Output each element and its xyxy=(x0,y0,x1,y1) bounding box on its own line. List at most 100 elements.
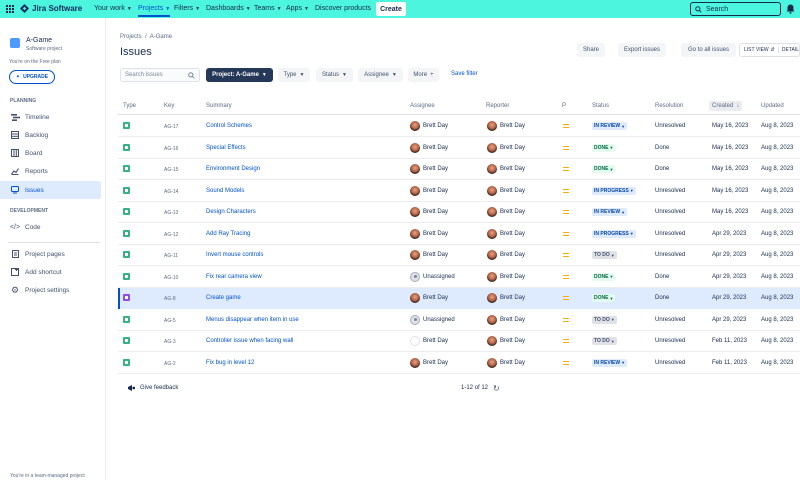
issue-summary[interactable]: Sound Models xyxy=(206,188,244,194)
issue-key[interactable]: AG-17 xyxy=(164,124,178,130)
assignee-name[interactable]: Brett Day xyxy=(423,360,448,366)
column-summary[interactable]: Summary xyxy=(206,103,232,109)
issue-key[interactable]: AG-8 xyxy=(164,296,176,302)
sidebar-item-project-pages[interactable]: Project pages xyxy=(0,245,101,263)
app-switcher-icon[interactable] xyxy=(6,5,14,13)
issue-summary[interactable]: Design Characters xyxy=(206,209,256,215)
nav-filters[interactable]: Filters ▼ xyxy=(174,5,200,12)
reporter-name[interactable]: Brett Day xyxy=(500,166,525,172)
reporter-name[interactable]: Brett Day xyxy=(500,295,525,301)
table-row[interactable]: AG-5 Menus disappear when item in use Unas… xyxy=(118,310,800,331)
status-badge[interactable]: IN REVIEW ▼ xyxy=(592,208,628,216)
status-badge[interactable]: IN REVIEW ▼ xyxy=(592,122,628,130)
issue-summary[interactable]: Menus disappear when item in use xyxy=(206,317,299,323)
issue-key[interactable]: AG-11 xyxy=(164,253,178,259)
project-name[interactable]: A-Game xyxy=(26,37,52,44)
column-status[interactable]: Status xyxy=(592,103,609,109)
status-badge[interactable]: TO DO ▼ xyxy=(592,337,617,345)
view-toggle[interactable]: LIST VIEW ⇵ DETAIL xyxy=(739,43,800,57)
table-row[interactable]: AG-17 Control Schemes Brett Day Brett Day IN… xyxy=(118,116,800,137)
nav-teams[interactable]: Teams ▼ xyxy=(254,5,282,12)
status-badge[interactable]: DONE ▼ xyxy=(592,294,616,302)
status-badge[interactable]: TO DO ▼ xyxy=(592,315,617,324)
export-issues-button[interactable]: Export issues xyxy=(618,43,666,57)
column-created[interactable]: Created ↓ xyxy=(709,101,743,111)
assignee-name[interactable]: Brett Day xyxy=(423,123,448,129)
status-badge[interactable]: IN PROGRESS ▼ xyxy=(592,186,636,195)
assignee-name[interactable]: Brett Day xyxy=(423,295,448,301)
assignee-name[interactable]: Unassigned xyxy=(423,274,455,280)
sidebar-item-code[interactable]: </> Code xyxy=(0,218,101,236)
status-badge[interactable]: DONE ▼ xyxy=(592,272,616,281)
create-button[interactable]: Create xyxy=(376,2,406,16)
table-row[interactable]: AG-8 Create game Brett Day Brett Day DONE ▼ Do… xyxy=(118,288,800,309)
sidebar-item-backlog[interactable]: Backlog xyxy=(0,126,101,144)
table-row[interactable]: AG-15 Environment Design Brett Day Brett Da… xyxy=(118,159,800,180)
assignee-name[interactable]: Brett Day xyxy=(423,209,448,215)
table-row[interactable]: AG-2 Fix bug in level 12 Brett Day Brett Da… xyxy=(118,353,800,374)
nav-projects[interactable]: Projects ▼ xyxy=(138,5,171,17)
reporter-name[interactable]: Brett Day xyxy=(500,209,525,215)
nav-dashboards[interactable]: Dashboards ▼ xyxy=(206,5,251,12)
issue-summary[interactable]: Add Ray Tracing xyxy=(206,231,250,237)
issue-key[interactable]: AG-12 xyxy=(164,232,178,238)
table-row[interactable]: AG-14 Sound Models Brett Day Brett Day IN PR… xyxy=(118,181,800,202)
table-row[interactable]: AG-11 Invert mouse controls Brett Day Brett… xyxy=(118,245,800,266)
nav-your-work[interactable]: Your work ▼ xyxy=(94,5,132,12)
table-row[interactable]: AG-10 Fix rear camera view Unassigned Brett… xyxy=(118,267,800,288)
issue-key[interactable]: AG-2 xyxy=(164,361,176,367)
list-view-option[interactable]: LIST VIEW xyxy=(744,47,769,53)
breadcrumb-project[interactable]: A-Game xyxy=(150,34,172,40)
reporter-name[interactable]: Brett Day xyxy=(500,231,525,237)
column-type[interactable]: Type xyxy=(123,103,136,109)
reporter-name[interactable]: Brett Day xyxy=(500,274,525,280)
save-filter-link[interactable]: Save filter xyxy=(451,71,478,77)
notification-bell-icon[interactable] xyxy=(786,4,795,14)
table-row[interactable]: AG-12 Add Ray Tracing Brett Day Brett Day IN… xyxy=(118,224,800,245)
status-badge[interactable]: IN REVIEW ▼ xyxy=(592,358,628,367)
reporter-name[interactable]: Brett Day xyxy=(500,360,525,366)
issue-summary[interactable]: Control Schemes xyxy=(206,123,252,129)
issue-key[interactable]: AG-5 xyxy=(164,318,176,324)
go-to-all-issues-button[interactable]: Go to all issues xyxy=(681,43,736,57)
refresh-icon[interactable]: ↻ xyxy=(493,384,500,393)
column-resolution[interactable]: Resolution xyxy=(655,103,683,109)
issue-key[interactable]: AG-10 xyxy=(164,275,178,281)
assignee-filter[interactable]: Assignee ▼ xyxy=(358,68,403,82)
assignee-name[interactable]: Brett Day xyxy=(423,188,448,194)
status-badge[interactable]: TO DO ▼ xyxy=(592,251,617,259)
issue-summary[interactable]: Environment Design xyxy=(206,166,260,172)
reporter-name[interactable]: Brett Day xyxy=(500,252,525,258)
sidebar-item-board[interactable]: Board xyxy=(0,144,101,162)
issue-key[interactable]: AG-16 xyxy=(164,146,178,152)
sidebar-item-timeline[interactable]: Timeline xyxy=(0,108,101,126)
more-filter[interactable]: More + xyxy=(408,68,439,82)
assignee-name[interactable]: Brett Day xyxy=(423,252,448,258)
issue-summary[interactable]: Create game xyxy=(206,295,241,301)
type-filter[interactable]: Type ▼ xyxy=(278,68,310,82)
give-feedback-link[interactable]: Give feedback xyxy=(127,384,178,392)
issue-key[interactable]: AG-14 xyxy=(164,189,178,195)
reporter-name[interactable]: Brett Day xyxy=(500,317,525,323)
reporter-name[interactable]: Brett Day xyxy=(500,188,525,194)
project-filter[interactable]: Project: A-Game ▼ xyxy=(206,68,273,82)
breadcrumb-projects[interactable]: Projects xyxy=(120,34,142,40)
column-key[interactable]: Key xyxy=(164,103,174,109)
nav-discover-products[interactable]: Discover products xyxy=(315,5,371,12)
assignee-name[interactable]: Brett Day xyxy=(423,231,448,237)
assignee-name[interactable]: Unassigned xyxy=(423,317,455,323)
sidebar-item-add-shortcut[interactable]: Add shortcut xyxy=(0,263,101,281)
issue-summary[interactable]: Invert mouse controls xyxy=(206,252,263,258)
table-row[interactable]: AG-16 Special Effects Brett Day Brett Day DO… xyxy=(118,138,800,159)
detail-view-option[interactable]: DETAIL xyxy=(777,47,799,53)
issue-summary[interactable]: Controller issue when facing wall xyxy=(206,338,293,344)
status-badge[interactable]: DONE ▼ xyxy=(592,143,616,152)
issue-summary[interactable]: Fix bug in level 12 xyxy=(206,360,254,366)
column-reporter[interactable]: Reporter xyxy=(486,103,509,109)
share-button[interactable]: Share xyxy=(577,43,605,57)
reporter-name[interactable]: Brett Day xyxy=(500,145,525,151)
assignee-name[interactable]: Brett Day xyxy=(423,338,448,344)
status-badge[interactable]: DONE ▼ xyxy=(592,165,616,173)
sidebar-item-reports[interactable]: Reports xyxy=(0,162,101,180)
issue-key[interactable]: AG-13 xyxy=(164,210,178,216)
